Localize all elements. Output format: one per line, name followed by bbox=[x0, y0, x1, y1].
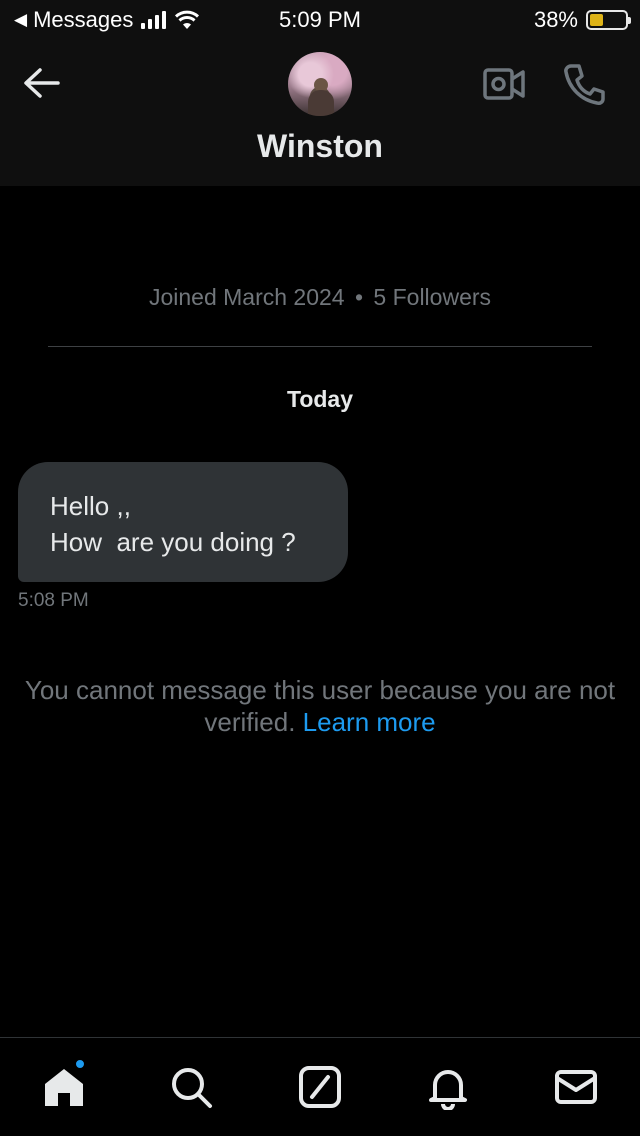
battery-icon bbox=[586, 10, 631, 30]
battery-fill bbox=[590, 14, 603, 26]
conversation-header: Winston bbox=[0, 40, 640, 186]
verification-notice: You cannot message this user because you… bbox=[0, 674, 640, 738]
battery-status: 38% bbox=[533, 7, 631, 33]
message-bubble[interactable]: Hello ,, How are you doing ? bbox=[18, 462, 348, 582]
video-call-icon[interactable] bbox=[482, 64, 526, 104]
avatar[interactable] bbox=[288, 52, 352, 116]
bottom-nav bbox=[0, 1037, 640, 1136]
phone-call-icon[interactable] bbox=[563, 62, 605, 106]
separator-dot: • bbox=[354, 284, 364, 310]
grok-icon[interactable] bbox=[297, 1064, 343, 1110]
notifications-icon[interactable] bbox=[425, 1064, 471, 1110]
joined-date: Joined March 2024 bbox=[148, 284, 345, 310]
day-label: Today bbox=[286, 386, 354, 412]
messages-icon[interactable] bbox=[553, 1064, 599, 1110]
profile-summary: Joined March 2024 • 5 Followers bbox=[0, 284, 640, 311]
home-icon[interactable] bbox=[41, 1064, 87, 1110]
battery-percent: 38% bbox=[533, 7, 578, 32]
back-arrow-icon[interactable] bbox=[22, 66, 62, 100]
learn-more-link[interactable]: Learn more bbox=[303, 707, 436, 737]
message-timestamp: 5:08 PM bbox=[18, 590, 89, 611]
status-bar: ◀ Messages 5:09 PM 38% bbox=[0, 0, 640, 40]
divider bbox=[48, 346, 592, 347]
avatar-figure-body bbox=[308, 90, 334, 116]
followers-count[interactable]: 5 Followers bbox=[373, 284, 491, 310]
search-icon[interactable] bbox=[168, 1064, 214, 1110]
contact-name[interactable]: Winston bbox=[0, 128, 640, 165]
home-notification-dot bbox=[74, 1058, 86, 1070]
